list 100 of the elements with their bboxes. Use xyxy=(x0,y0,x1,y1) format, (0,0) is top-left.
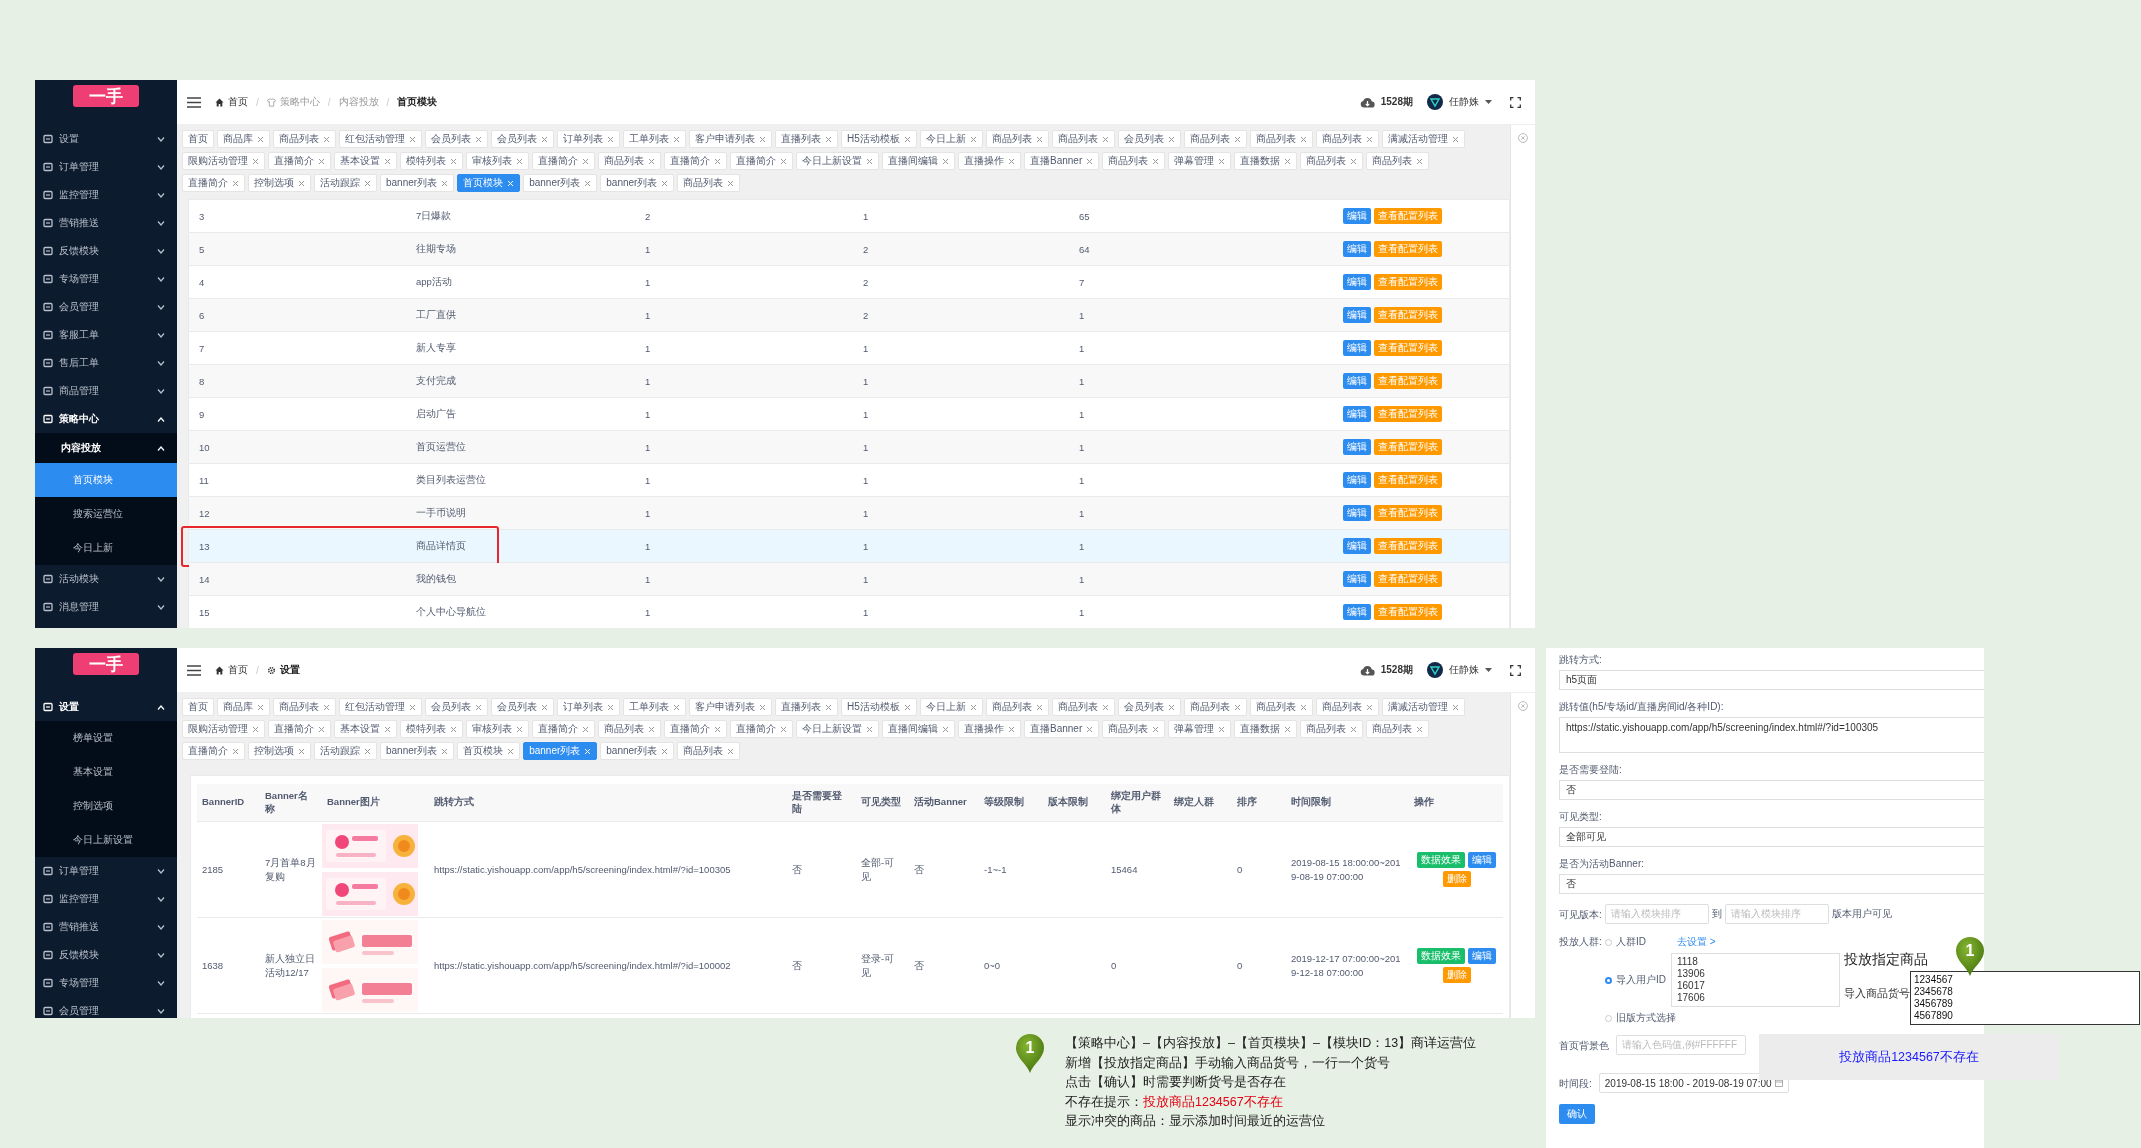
breadcrumb-link[interactable]: 首页模块 xyxy=(397,95,438,109)
tab[interactable]: 直播Banner xyxy=(1024,152,1100,170)
close-icon[interactable] xyxy=(1284,157,1292,165)
tab[interactable]: 会员列表 xyxy=(425,698,488,716)
tab[interactable]: 直播简介 xyxy=(532,720,595,738)
close-icon[interactable] xyxy=(825,703,832,711)
tab[interactable]: 商品库 xyxy=(217,698,270,716)
close-icon[interactable] xyxy=(714,157,721,165)
tab[interactable]: 红包活动管理 xyxy=(339,698,422,716)
menu-item[interactable]: 控制选项 xyxy=(35,789,177,823)
close-icon[interactable] xyxy=(1101,135,1109,143)
cloud-download-icon[interactable] xyxy=(1359,96,1375,108)
close-icon[interactable] xyxy=(759,135,766,143)
tab[interactable]: banner列表 xyxy=(600,742,675,760)
menu-item[interactable]: 反馈模块 xyxy=(35,941,177,969)
text-area[interactable]: https://static.yishouapp.com/app/h5/screening/index.html#/?id=100305 xyxy=(1559,717,1984,753)
tab[interactable]: 会员列表 xyxy=(1117,130,1181,148)
close-icon[interactable] xyxy=(1218,725,1226,733)
close-icon[interactable] xyxy=(780,157,787,165)
close-icon[interactable] xyxy=(942,157,949,165)
menu-item[interactable]: 会员管理 xyxy=(35,293,177,321)
tab[interactable]: 商品列表 xyxy=(1300,152,1364,170)
menu-item[interactable]: 监控管理 xyxy=(35,181,177,209)
close-icon[interactable] xyxy=(1086,157,1094,165)
menu-item[interactable]: 营销推送 xyxy=(35,913,177,941)
menu-item[interactable]: 设置 xyxy=(35,693,177,721)
tab[interactable]: 商品列表 xyxy=(1183,130,1247,148)
close-all-icon[interactable] xyxy=(1518,701,1528,711)
close-icon[interactable] xyxy=(1233,703,1241,711)
close-icon[interactable] xyxy=(541,135,548,143)
close-icon[interactable] xyxy=(1008,725,1015,733)
tab[interactable]: 今日上新 xyxy=(919,130,983,148)
close-icon[interactable] xyxy=(384,725,391,733)
menu-item[interactable]: 监控管理 xyxy=(35,885,177,913)
close-icon[interactable] xyxy=(607,703,614,711)
close-icon[interactable] xyxy=(298,747,305,755)
breadcrumb-link[interactable]: 设置 xyxy=(266,663,300,677)
tab[interactable]: 模特列表 xyxy=(400,720,463,738)
tab[interactable]: 商品列表 xyxy=(1315,698,1379,716)
tab[interactable]: 商品列表 xyxy=(1051,130,1115,148)
avatar-icon[interactable] xyxy=(1427,94,1443,110)
close-icon[interactable] xyxy=(441,179,449,187)
close-icon[interactable] xyxy=(1008,157,1015,165)
tab[interactable]: 直播间编辑 xyxy=(882,152,955,170)
close-icon[interactable] xyxy=(1167,135,1175,143)
caret-icon[interactable] xyxy=(1485,100,1492,104)
close-icon[interactable] xyxy=(252,725,259,733)
tab[interactable]: 会员列表 xyxy=(491,130,554,148)
tab[interactable]: 直播简介 xyxy=(730,720,793,738)
close-icon[interactable] xyxy=(409,135,416,143)
avatar-icon[interactable] xyxy=(1427,662,1443,678)
close-icon[interactable] xyxy=(1101,703,1109,711)
breadcrumb-link[interactable]: 首页 xyxy=(215,95,248,109)
tab[interactable]: 商品列表 xyxy=(677,174,741,192)
close-icon[interactable] xyxy=(661,179,669,187)
select-field[interactable]: 否 xyxy=(1559,874,1984,894)
breadcrumb-link[interactable]: 首页 xyxy=(215,663,248,677)
close-icon[interactable] xyxy=(252,157,259,165)
tab[interactable]: 限购活动管理 xyxy=(182,152,265,170)
tab[interactable]: 商品列表 xyxy=(1183,698,1247,716)
tab[interactable]: banner列表 xyxy=(600,174,675,192)
close-icon[interactable] xyxy=(364,179,371,187)
tab[interactable]: H5活动模板 xyxy=(841,698,917,716)
close-icon[interactable] xyxy=(648,157,655,165)
tab[interactable]: 订单列表 xyxy=(557,130,620,148)
tab[interactable]: 订单列表 xyxy=(557,698,620,716)
tab[interactable]: 直播简介 xyxy=(664,720,727,738)
tab[interactable]: 工单列表 xyxy=(623,130,686,148)
tab[interactable]: 直播数据 xyxy=(1234,720,1298,738)
tab[interactable]: banner列表 xyxy=(380,742,455,760)
fullscreen-icon[interactable] xyxy=(1510,96,1521,108)
tab[interactable]: 会员列表 xyxy=(1117,698,1181,716)
fullscreen-icon[interactable] xyxy=(1510,664,1521,676)
close-icon[interactable] xyxy=(1416,725,1424,733)
tab[interactable]: 商品列表 xyxy=(1249,130,1313,148)
tab[interactable]: 直播Banner xyxy=(1024,720,1100,738)
close-icon[interactable] xyxy=(661,747,669,755)
tab[interactable]: 客户申请列表 xyxy=(689,698,772,716)
tab[interactable]: 直播简介 xyxy=(532,152,595,170)
tab[interactable]: 红包活动管理 xyxy=(339,130,422,148)
close-icon[interactable] xyxy=(1416,157,1424,165)
close-icon[interactable] xyxy=(232,747,239,755)
tab[interactable]: 控制选项 xyxy=(248,174,311,192)
close-all-icon[interactable] xyxy=(1518,133,1528,143)
tab[interactable]: 审核列表 xyxy=(466,152,529,170)
close-icon[interactable] xyxy=(257,135,264,143)
close-icon[interactable] xyxy=(1035,703,1043,711)
close-icon[interactable] xyxy=(673,135,680,143)
close-icon[interactable] xyxy=(1284,725,1292,733)
select-field[interactable]: 否 xyxy=(1559,780,1984,800)
close-icon[interactable] xyxy=(1299,135,1307,143)
menu-item[interactable]: 策略中心 xyxy=(35,405,177,433)
tab[interactable]: 商品列表 xyxy=(1366,720,1430,738)
tab[interactable]: 活动跟踪 xyxy=(314,174,377,192)
tab[interactable]: 客户申请列表 xyxy=(689,130,772,148)
menu-item[interactable]: 售后工单 xyxy=(35,349,177,377)
tab[interactable]: 商品列表 xyxy=(1366,152,1430,170)
menu-item[interactable]: 反馈模块 xyxy=(35,237,177,265)
close-icon[interactable] xyxy=(607,135,614,143)
tab[interactable]: 基本设置 xyxy=(334,152,397,170)
